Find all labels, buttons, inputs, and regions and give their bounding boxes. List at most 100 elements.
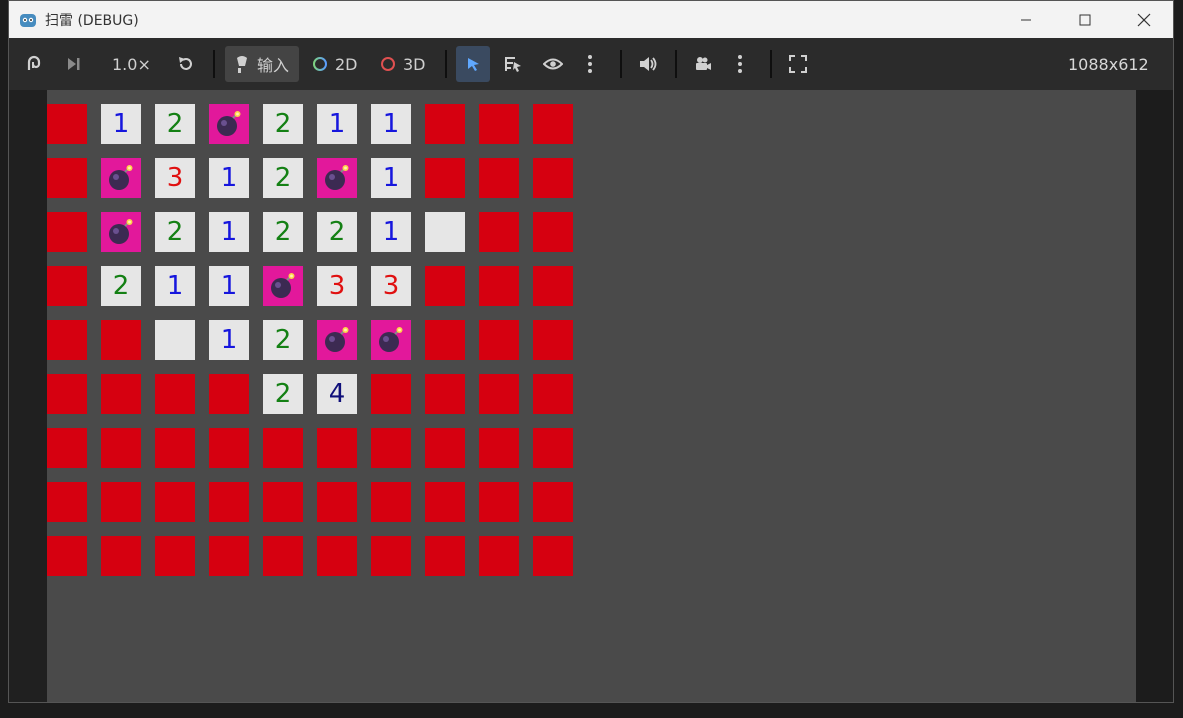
number-cell[interactable]: 3	[317, 266, 357, 306]
hidden-cell[interactable]	[533, 104, 573, 144]
hidden-cell[interactable]	[533, 374, 573, 414]
hidden-cell[interactable]	[425, 104, 465, 144]
options-menu-button[interactable]	[586, 50, 594, 78]
number-cell[interactable]: 4	[317, 374, 357, 414]
mine-cell[interactable]	[209, 104, 249, 144]
hidden-cell[interactable]	[425, 320, 465, 360]
hidden-cell[interactable]	[263, 536, 303, 576]
speed-selector[interactable]: 1.0×	[112, 50, 151, 78]
hidden-cell[interactable]	[479, 320, 519, 360]
empty-cell[interactable]	[425, 212, 465, 252]
hidden-cell[interactable]	[425, 266, 465, 306]
hidden-cell[interactable]	[209, 428, 249, 468]
hidden-cell[interactable]	[155, 374, 195, 414]
select-mode-button[interactable]	[456, 46, 490, 82]
hidden-cell[interactable]	[101, 374, 141, 414]
hidden-cell[interactable]	[425, 374, 465, 414]
mine-cell[interactable]	[317, 158, 357, 198]
number-cell[interactable]: 1	[101, 104, 141, 144]
reset-speed-button[interactable]	[176, 50, 196, 78]
hidden-cell[interactable]	[155, 482, 195, 522]
mine-cell[interactable]	[317, 320, 357, 360]
hidden-cell[interactable]	[47, 104, 87, 144]
hidden-cell[interactable]	[317, 428, 357, 468]
number-cell[interactable]: 2	[263, 212, 303, 252]
hidden-cell[interactable]	[533, 158, 573, 198]
hidden-cell[interactable]	[533, 536, 573, 576]
empty-cell[interactable]	[155, 320, 195, 360]
hidden-cell[interactable]	[317, 482, 357, 522]
hidden-cell[interactable]	[47, 320, 87, 360]
number-cell[interactable]: 2	[155, 104, 195, 144]
number-cell[interactable]: 2	[263, 158, 303, 198]
mine-cell[interactable]	[101, 212, 141, 252]
number-cell[interactable]: 1	[371, 158, 411, 198]
number-cell[interactable]: 2	[317, 212, 357, 252]
hidden-cell[interactable]	[533, 212, 573, 252]
hidden-cell[interactable]	[47, 428, 87, 468]
hidden-cell[interactable]	[533, 320, 573, 360]
number-cell[interactable]: 2	[101, 266, 141, 306]
camera-override-button[interactable]	[693, 50, 713, 78]
hidden-cell[interactable]	[317, 536, 357, 576]
number-cell[interactable]: 3	[155, 158, 195, 198]
visibility-button[interactable]	[543, 50, 563, 78]
hidden-cell[interactable]	[479, 482, 519, 522]
hidden-cell[interactable]	[101, 482, 141, 522]
fullscreen-button[interactable]	[789, 50, 807, 78]
hidden-cell[interactable]	[479, 104, 519, 144]
hidden-cell[interactable]	[101, 320, 141, 360]
number-cell[interactable]: 2	[263, 104, 303, 144]
hidden-cell[interactable]	[209, 482, 249, 522]
hidden-cell[interactable]	[155, 536, 195, 576]
hidden-cell[interactable]	[101, 536, 141, 576]
hidden-cell[interactable]	[425, 482, 465, 522]
list-select-button[interactable]	[503, 50, 523, 78]
hidden-cell[interactable]	[371, 482, 411, 522]
maximize-button[interactable]	[1056, 1, 1114, 38]
number-cell[interactable]: 1	[209, 158, 249, 198]
number-cell[interactable]: 3	[371, 266, 411, 306]
hidden-cell[interactable]	[533, 428, 573, 468]
hidden-cell[interactable]	[371, 374, 411, 414]
hidden-cell[interactable]	[263, 482, 303, 522]
number-cell[interactable]: 1	[155, 266, 195, 306]
hidden-cell[interactable]	[47, 374, 87, 414]
hidden-cell[interactable]	[425, 536, 465, 576]
number-cell[interactable]: 2	[263, 320, 303, 360]
hidden-cell[interactable]	[47, 266, 87, 306]
hidden-cell[interactable]	[425, 428, 465, 468]
mine-cell[interactable]	[101, 158, 141, 198]
hidden-cell[interactable]	[425, 158, 465, 198]
hidden-cell[interactable]	[47, 482, 87, 522]
minimize-button[interactable]	[997, 1, 1055, 38]
number-cell[interactable]: 1	[209, 320, 249, 360]
hidden-cell[interactable]	[47, 212, 87, 252]
toggle-3d-button[interactable]: 3D	[380, 50, 426, 78]
next-frame-button[interactable]	[65, 50, 83, 78]
hidden-cell[interactable]	[371, 428, 411, 468]
close-button[interactable]	[1115, 1, 1173, 38]
camera-options-button[interactable]	[736, 50, 744, 78]
hidden-cell[interactable]	[479, 266, 519, 306]
hidden-cell[interactable]	[209, 536, 249, 576]
number-cell[interactable]: 1	[209, 212, 249, 252]
number-cell[interactable]: 1	[317, 104, 357, 144]
mute-button[interactable]	[638, 50, 658, 78]
number-cell[interactable]: 1	[371, 212, 411, 252]
hidden-cell[interactable]	[533, 482, 573, 522]
hidden-cell[interactable]	[101, 428, 141, 468]
hidden-cell[interactable]	[209, 374, 249, 414]
hidden-cell[interactable]	[371, 536, 411, 576]
toggle-2d-button[interactable]: 2D	[312, 50, 358, 78]
hidden-cell[interactable]	[479, 212, 519, 252]
mine-cell[interactable]	[263, 266, 303, 306]
hidden-cell[interactable]	[263, 428, 303, 468]
hidden-cell[interactable]	[479, 374, 519, 414]
hidden-cell[interactable]	[47, 536, 87, 576]
hidden-cell[interactable]	[479, 428, 519, 468]
hidden-cell[interactable]	[479, 158, 519, 198]
hidden-cell[interactable]	[155, 428, 195, 468]
suspend-button[interactable]	[25, 50, 45, 78]
number-cell[interactable]: 2	[263, 374, 303, 414]
